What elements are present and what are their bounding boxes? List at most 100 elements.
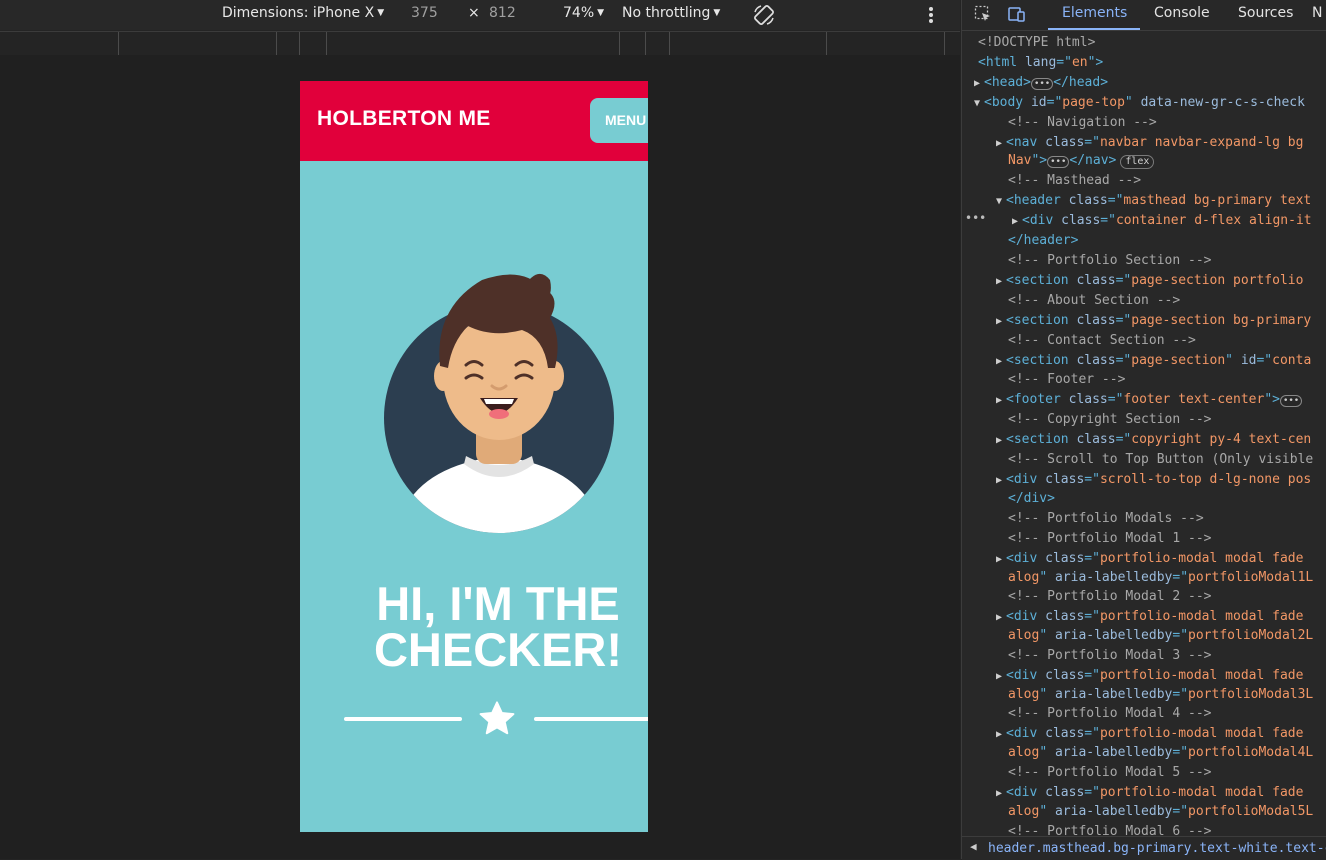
dom-node-line[interactable]: alog" aria-labelledby="portfolioModal2L — [1008, 626, 1313, 646]
collapse-triangle-icon[interactable]: ▼ — [974, 94, 984, 114]
expand-triangle-icon[interactable]: ▶ — [996, 550, 1006, 570]
flex-badge[interactable]: flex — [1120, 155, 1155, 169]
dom-node-line[interactable]: alog" aria-labelledby="portfolioModal5L — [1008, 802, 1313, 822]
dom-node-line[interactable]: <!-- Portfolio Modal 6 --> — [1008, 822, 1212, 835]
dom-node-line[interactable]: ▶ <section class="copyright py-4 text-cen — [996, 430, 1311, 450]
ellipsis-icon[interactable]: ••• — [1279, 395, 1303, 407]
zoom-select[interactable]: 74% ▼ — [563, 5, 604, 21]
expand-triangle-icon[interactable]: ▶ — [996, 134, 1006, 154]
chevron-down-icon: ▼ — [597, 8, 605, 18]
dom-token: =" — [1172, 628, 1189, 643]
dom-node-line[interactable]: </div> — [1008, 489, 1055, 509]
expand-triangle-icon[interactable]: ▶ — [996, 471, 1006, 491]
menu-button[interactable]: MENU — [590, 98, 648, 143]
collapse-triangle-icon[interactable]: ▼ — [996, 192, 1006, 212]
dom-node-line[interactable]: <!-- Copyright Section --> — [1008, 410, 1212, 430]
dom-token: <head> — [984, 75, 1031, 90]
dom-node-line[interactable]: ▶ <section class="page-section bg-primary — [996, 311, 1311, 331]
dom-node-line[interactable]: <!-- About Section --> — [1008, 291, 1180, 311]
dom-node-line[interactable]: alog" aria-labelledby="portfolioModal1L — [1008, 568, 1313, 588]
dom-node-line[interactable]: <!-- Portfolio Section --> — [1008, 251, 1212, 271]
tab-more[interactable]: N — [1312, 5, 1322, 21]
dom-node-line[interactable]: ▶ <div class="portfolio-modal modal fade — [996, 607, 1303, 627]
dom-token: " — [1039, 628, 1055, 643]
dom-node-line[interactable]: Nav"> ••• </nav> flex — [1008, 151, 1155, 171]
dom-node-line[interactable]: <!-- Portfolio Modal 1 --> — [1008, 529, 1212, 549]
dom-token: </header> — [1008, 233, 1079, 248]
expand-triangle-icon[interactable]: ▶ — [996, 608, 1006, 628]
dom-node-line[interactable]: <!-- Portfolio Modal 3 --> — [1008, 646, 1212, 666]
dom-node-line[interactable]: </header> — [1008, 231, 1078, 251]
dom-token: " — [1039, 687, 1055, 702]
navbar: HOLBERTON ME MENU — [300, 81, 648, 161]
dom-node-line[interactable]: <!-- Footer --> — [1008, 370, 1125, 390]
dom-node-line[interactable]: ▶ <div class="scroll-to-top d-lg-none pos — [996, 470, 1311, 490]
dom-node-line[interactable]: <!-- Portfolio Modals --> — [1008, 509, 1204, 529]
expand-triangle-icon[interactable]: ▶ — [996, 725, 1006, 745]
expand-triangle-icon[interactable]: ▶ — [996, 352, 1006, 372]
dom-node-line[interactable]: ▶ <div class="portfolio-modal modal fade — [996, 549, 1303, 569]
height-input[interactable]: 812 — [489, 5, 516, 21]
avatar-image — [384, 273, 614, 533]
ellipsis-icon[interactable]: ••• — [1047, 156, 1070, 168]
dom-node-line[interactable]: ▶ <section class="page-section portfolio — [996, 271, 1303, 291]
ellipsis-icon[interactable]: ••• — [1030, 78, 1054, 90]
scroll-left-icon[interactable]: ◀ — [970, 840, 977, 853]
emulated-page: HOLBERTON ME MENU HI, I'M THE CHECKER! — [300, 81, 648, 832]
dom-token: =" — [1172, 745, 1189, 760]
dom-node-line[interactable]: ▶ <div class="container d-flex align-it — [1012, 211, 1312, 231]
expand-triangle-icon[interactable]: ▶ — [996, 431, 1006, 451]
dom-node-line[interactable]: <!-- Masthead --> — [1008, 171, 1141, 191]
device-toolbar: Dimensions: iPhone X ▼ 375 × 812 74% ▼ No … — [0, 0, 960, 30]
dom-token: =" — [1172, 570, 1189, 585]
dom-token: =" — [1084, 135, 1100, 150]
more-options-icon[interactable] — [925, 5, 937, 25]
dom-node-line[interactable]: <html lang="en"> — [978, 53, 1103, 73]
dom-node-line[interactable]: ▼ <body id="page-top" data-new-gr-c-s-che… — [974, 93, 1305, 113]
dom-token: =" — [1084, 551, 1100, 566]
expand-triangle-icon[interactable]: ▶ — [1012, 212, 1022, 232]
dom-node-line[interactable]: ▶ <head> ••• </head> — [974, 73, 1108, 93]
rotate-icon[interactable] — [752, 3, 776, 27]
dom-node-line[interactable]: alog" aria-labelledby="portfolioModal3L — [1008, 685, 1313, 705]
tab-elements[interactable]: Elements — [1062, 5, 1127, 21]
tab-sources[interactable]: Sources — [1238, 5, 1293, 21]
dom-node-line[interactable]: ▶ <nav class="navbar navbar-expand-lg bg — [996, 133, 1303, 153]
dom-node-line[interactable]: ▼ <header class="masthead bg-primary text — [996, 191, 1311, 211]
expand-triangle-icon[interactable]: ▶ — [996, 391, 1006, 411]
dom-token: =" — [1084, 726, 1100, 741]
hero-title-line1: HI, I'M THE — [376, 577, 620, 630]
dom-token: Nav — [1008, 153, 1032, 168]
dom-node-line[interactable]: <!-- Scroll to Top Button (Only visible — [1008, 450, 1313, 470]
expand-triangle-icon[interactable]: ▶ — [974, 74, 984, 94]
dom-node-line[interactable]: ▶ <div class="portfolio-modal modal fade — [996, 724, 1303, 744]
dom-node-line[interactable]: <!-- Portfolio Modal 5 --> — [1008, 763, 1212, 783]
dom-token: class — [1068, 193, 1108, 208]
expand-triangle-icon[interactable]: ▶ — [996, 272, 1006, 292]
more-icon[interactable]: ••• — [965, 211, 986, 225]
dom-node-line[interactable]: ▶ <footer class="footer text-center"> ••• — [996, 390, 1303, 411]
dom-node-line[interactable]: <!DOCTYPE html> — [978, 33, 1095, 53]
dom-node-line[interactable]: <!-- Portfolio Modal 2 --> — [1008, 587, 1212, 607]
dom-node-line[interactable]: ▶ <div class="portfolio-modal modal fade — [996, 783, 1303, 803]
dom-node-line[interactable]: ▶ <section class="page-section" id="conta — [996, 351, 1311, 371]
dom-token: " — [1124, 95, 1141, 110]
dom-node-line[interactable]: ▶ <div class="portfolio-modal modal fade — [996, 666, 1303, 686]
expand-triangle-icon[interactable]: ▶ — [996, 667, 1006, 687]
dom-node-line[interactable]: alog" aria-labelledby="portfolioModal4L — [1008, 743, 1313, 763]
navbar-brand[interactable]: HOLBERTON ME — [317, 107, 491, 131]
tab-console[interactable]: Console — [1154, 5, 1210, 21]
dom-node-line[interactable]: <!-- Portfolio Modal 4 --> — [1008, 704, 1212, 724]
dom-node-line[interactable]: <!-- Navigation --> — [1008, 113, 1157, 133]
breadcrumb-path[interactable]: header.masthead.bg-primary.text-white.te… — [988, 841, 1326, 856]
dom-node-line[interactable]: <!-- Contact Section --> — [1008, 331, 1196, 351]
inspect-element-icon[interactable] — [974, 5, 992, 23]
width-input[interactable]: 375 — [411, 5, 438, 21]
expand-triangle-icon[interactable]: ▶ — [996, 784, 1006, 804]
dom-token: <div — [1006, 726, 1046, 741]
dom-token: <!-- Portfolio Section --> — [1008, 253, 1212, 268]
device-select[interactable]: Dimensions: iPhone X ▼ — [222, 5, 384, 21]
throttling-select[interactable]: No throttling ▼ — [622, 5, 720, 21]
expand-triangle-icon[interactable]: ▶ — [996, 312, 1006, 332]
device-toolbar-icon[interactable] — [1008, 5, 1026, 23]
